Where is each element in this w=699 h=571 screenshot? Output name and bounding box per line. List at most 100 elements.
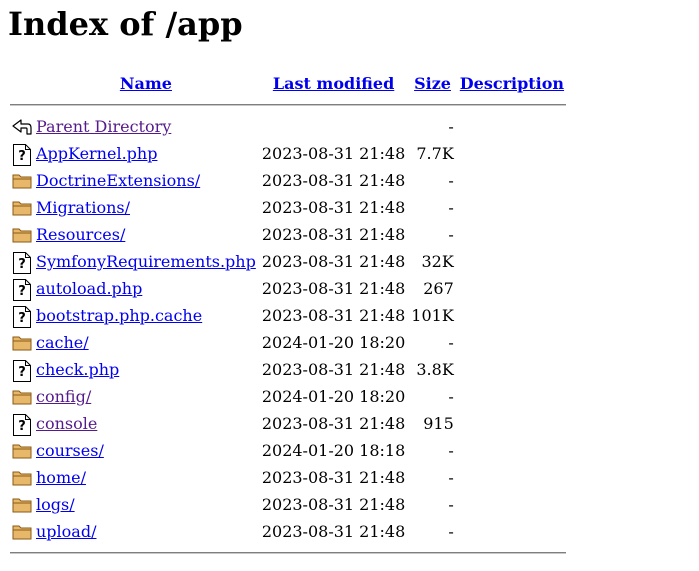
description-cell: [458, 141, 566, 166]
last-modified-cell: 2024-01-20 18:18: [261, 441, 406, 460]
sort-by-last-modified-link[interactable]: Last modified: [273, 74, 394, 93]
icon-cell: [10, 465, 32, 490]
size-cell: -: [448, 495, 454, 514]
size-column-header[interactable]: Size: [409, 70, 456, 96]
name-column-header[interactable]: Name: [34, 70, 258, 96]
size-cell: -: [448, 198, 454, 217]
unknown-file-icon: ?: [12, 278, 32, 301]
icon-cell: ?: [10, 411, 32, 436]
table-row: courses/2024-01-20 18:18 -: [10, 438, 566, 463]
last-modified-cell: 2024-01-20 18:20: [261, 387, 406, 406]
sort-by-description-link[interactable]: Description: [460, 74, 564, 93]
file-link[interactable]: autoload.php: [36, 279, 142, 298]
file-link[interactable]: courses/: [36, 441, 104, 460]
last-modified-cell: 2023-08-31 21:48: [261, 225, 406, 244]
description-cell: [458, 330, 566, 355]
table-row: cache/2024-01-20 18:20 -: [10, 330, 566, 355]
table-row: Migrations/2023-08-31 21:48 -: [10, 195, 566, 220]
description-cell: [458, 384, 566, 409]
table-row: ? check.php 2023-08-31 21:48 3.8K: [10, 357, 566, 382]
svg-text:?: ?: [18, 365, 26, 380]
icon-cell: [10, 222, 32, 247]
last-modified-cell: 2023-08-31 21:48: [261, 171, 406, 190]
folder-icon: [12, 198, 32, 218]
table-row: logs/2023-08-31 21:48 -: [10, 492, 566, 517]
table-row: upload/2023-08-31 21:48 -: [10, 519, 566, 544]
size-cell: -: [448, 225, 454, 244]
icon-cell: [10, 492, 32, 517]
last-modified-cell: 2023-08-31 21:48: [261, 252, 406, 271]
size-cell: 915: [423, 414, 454, 433]
svg-text:?: ?: [18, 419, 26, 434]
unknown-file-icon: ?: [12, 143, 32, 166]
icon-cell: [10, 519, 32, 544]
name-cell: SymfonyRequirements.php: [34, 249, 258, 274]
file-link[interactable]: AppKernel.php: [36, 144, 157, 163]
file-link[interactable]: check.php: [36, 360, 119, 379]
parent-directory-link[interactable]: Parent Directory: [36, 117, 171, 136]
file-link[interactable]: upload/: [36, 522, 96, 541]
size-cell: 267: [423, 279, 454, 298]
icon-cell: [10, 195, 32, 220]
table-row: ? console 2023-08-31 21:48 915: [10, 411, 566, 436]
description-cell: [458, 357, 566, 382]
sort-by-name-link[interactable]: Name: [120, 74, 172, 93]
file-link[interactable]: console: [36, 414, 97, 433]
file-link[interactable]: Resources/: [36, 225, 125, 244]
size-cell: -: [448, 333, 454, 352]
header-row: Name Last modified Size Description: [10, 70, 566, 96]
footer-divider: [10, 552, 567, 554]
back-arrow-icon: [12, 117, 32, 137]
last-modified-cell: 2023-08-31 21:48: [261, 522, 406, 541]
icon-cell: [10, 168, 32, 193]
size-cell: -: [448, 171, 454, 190]
folder-icon: [12, 387, 32, 407]
file-link[interactable]: logs/: [36, 495, 75, 514]
last-modified-column-header[interactable]: Last modified: [260, 70, 407, 96]
name-cell: cache/: [34, 330, 258, 355]
last-modified-cell: 2023-08-31 21:48: [261, 360, 406, 379]
table-row: Parent Directory -: [10, 114, 566, 139]
unknown-file-icon: ?: [12, 305, 32, 328]
file-link[interactable]: config/: [36, 387, 91, 406]
last-modified-cell: [260, 114, 407, 139]
file-link[interactable]: home/: [36, 468, 86, 487]
description-cell: [458, 195, 566, 220]
size-cell: -: [448, 468, 454, 487]
folder-icon: [12, 495, 32, 515]
description-cell: [458, 303, 566, 328]
sort-by-size-link[interactable]: Size: [414, 74, 451, 93]
file-link[interactable]: Migrations/: [36, 198, 130, 217]
folder-icon: [12, 441, 32, 461]
size-cell: 32K: [421, 252, 454, 271]
table-row: ? SymfonyRequirements.php 2023-08-31 21:48…: [10, 249, 566, 274]
icon-cell: ?: [10, 276, 32, 301]
name-cell: Parent Directory: [34, 114, 258, 139]
last-modified-cell: 2023-08-31 21:48: [261, 495, 406, 514]
file-link[interactable]: SymfonyRequirements.php: [36, 252, 256, 271]
last-modified-cell: 2023-08-31 21:48: [261, 144, 406, 163]
last-modified-cell: 2023-08-31 21:48: [261, 279, 406, 298]
description-column-header[interactable]: Description: [458, 70, 566, 96]
table-row: home/2023-08-31 21:48 -: [10, 465, 566, 490]
icon-cell: ?: [10, 303, 32, 328]
file-link[interactable]: DoctrineExtensions/: [36, 171, 200, 190]
size-cell: 101K: [411, 306, 454, 325]
name-cell: autoload.php: [34, 276, 258, 301]
last-modified-cell: 2023-08-31 21:48: [261, 468, 406, 487]
description-cell: [458, 411, 566, 436]
last-modified-cell: 2023-08-31 21:48: [261, 306, 406, 325]
icon-cell: [10, 384, 32, 409]
name-cell: home/: [34, 465, 258, 490]
description-cell: [458, 492, 566, 517]
last-modified-cell: 2024-01-20 18:20: [261, 333, 406, 352]
size-cell: 7.7K: [416, 144, 454, 163]
svg-text:?: ?: [18, 284, 26, 299]
file-link[interactable]: cache/: [36, 333, 89, 352]
name-cell: Migrations/: [34, 195, 258, 220]
table-row: ? bootstrap.php.cache 2023-08-31 21:48 101K: [10, 303, 566, 328]
file-link[interactable]: bootstrap.php.cache: [36, 306, 202, 325]
directory-listing-table: Name Last modified Size Description Pare…: [8, 68, 568, 562]
description-cell: [458, 519, 566, 544]
description-cell: [458, 114, 566, 139]
